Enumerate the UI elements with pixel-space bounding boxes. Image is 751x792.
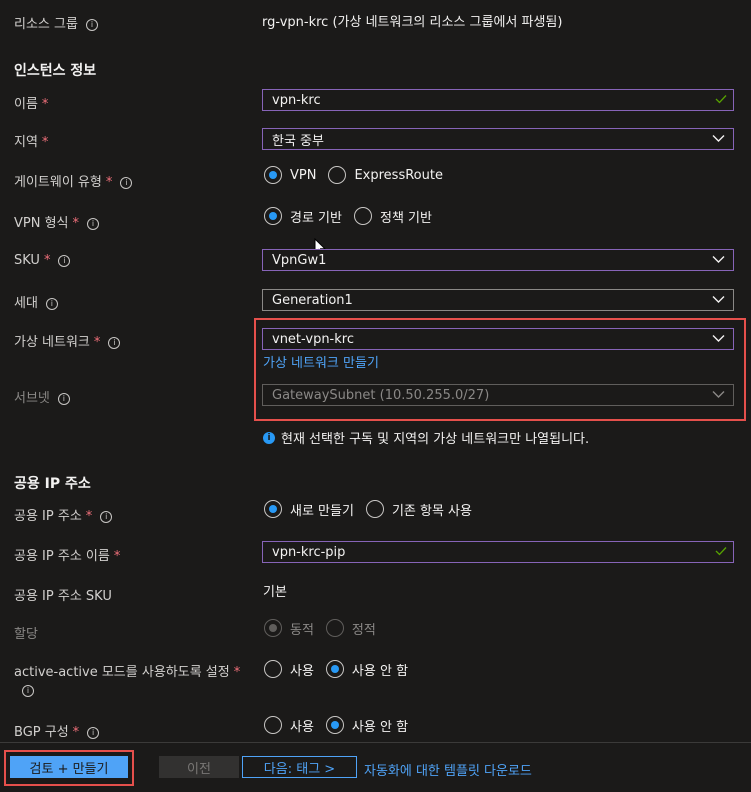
assignment-label: 할당 (14, 627, 38, 642)
required-marker: * (105, 175, 113, 190)
subnet-info-message: i 현재 선택한 구독 및 지역의 가상 네트워크만 나열됩니다. (263, 428, 589, 447)
public-ip-name-input[interactable]: vpn-krc-pip (262, 541, 734, 563)
subnet-label: 서브넷 i (14, 387, 70, 406)
radio-policy-based[interactable] (353, 207, 372, 225)
sku-label: SKU * i (14, 253, 71, 268)
download-template-link[interactable]: 자동화에 대한 템플릿 다운로드 (364, 760, 532, 779)
public-ip-sku-label: 공용 IP 주소 SKU (14, 589, 112, 604)
resource-group-value: rg-vpn-krc (가상 네트워크의 리소스 그룹에서 파생됨) (262, 15, 563, 30)
radio-policy-based-label[interactable]: 정책 기반 (380, 207, 432, 226)
radio-static (325, 619, 344, 637)
info-icon[interactable]: i (108, 336, 121, 349)
info-icon[interactable]: i (87, 217, 100, 230)
info-icon[interactable]: i (120, 176, 133, 189)
radio-vpn-label[interactable]: VPN (290, 168, 316, 183)
name-label: 이름 * (14, 97, 49, 112)
radio-create-new-label[interactable]: 새로 만들기 (290, 500, 354, 519)
vpn-type-radio-group: 경로 기반 정책 기반 (264, 205, 444, 227)
public-ip-sku-value: 기본 (263, 585, 287, 600)
radio-active-enable-label[interactable]: 사용 (290, 660, 314, 679)
vpn-type-label: VPN 형식 * i (14, 212, 100, 231)
sku-select[interactable]: VpnGw1 (262, 249, 734, 271)
info-filled-icon: i (263, 431, 275, 444)
region-select[interactable]: 한국 중부 (262, 128, 734, 150)
required-marker: * (85, 509, 93, 524)
public-ip-label: 공용 IP 주소 * i (14, 505, 113, 524)
required-marker: * (72, 216, 80, 231)
generation-label: 세대 i (14, 292, 58, 311)
radio-static-label: 정적 (351, 622, 376, 638)
radio-bgp-disable-label[interactable]: 사용 안 함 (352, 716, 408, 735)
required-marker: * (233, 665, 241, 680)
info-icon[interactable]: i (100, 510, 113, 523)
active-active-radio-group: 사용 사용 안 함 (264, 658, 420, 680)
radio-bgp-enable[interactable] (264, 716, 282, 734)
radio-use-existing-label[interactable]: 기존 항목 사용 (392, 500, 472, 519)
chevron-down-icon (712, 296, 725, 303)
chevron-down-icon (712, 135, 725, 142)
next-tags-button[interactable]: 다음: 태그 > (242, 756, 357, 778)
radio-use-existing[interactable] (365, 500, 384, 518)
footer-bar: 검토 + 만들기 이전 다음: 태그 > 자동화에 대한 템플릿 다운로드 (0, 742, 751, 792)
required-marker: * (41, 135, 49, 150)
radio-dynamic (264, 619, 282, 637)
required-marker: * (72, 725, 80, 740)
radio-active-disable[interactable] (325, 660, 344, 678)
radio-route-based-label[interactable]: 경로 기반 (290, 207, 342, 226)
info-icon[interactable]: i (87, 726, 100, 739)
active-active-label: active-active 모드를 사용하도록 설정 * i (14, 665, 241, 697)
previous-button[interactable]: 이전 (159, 756, 239, 778)
check-icon (715, 547, 727, 556)
radio-active-disable-label[interactable]: 사용 안 함 (352, 660, 408, 679)
radio-active-enable[interactable] (264, 660, 282, 678)
region-label: 지역 * (14, 135, 49, 150)
required-marker: * (113, 549, 121, 564)
radio-bgp-disable[interactable] (325, 716, 344, 734)
highlight-box-review (4, 750, 134, 786)
radio-dynamic-label: 동적 (290, 622, 314, 638)
resource-group-label: 리소스 그룹 i (14, 13, 98, 32)
radio-create-new[interactable] (264, 500, 282, 518)
info-icon[interactable]: i (45, 297, 58, 310)
highlight-box-vnet (254, 318, 746, 421)
radio-route-based[interactable] (264, 207, 282, 225)
name-input[interactable]: vpn-krc (262, 89, 734, 111)
bgp-label: BGP 구성 * i (14, 721, 100, 740)
required-marker: * (41, 97, 49, 112)
public-ip-name-label: 공용 IP 주소 이름 * (14, 549, 121, 564)
section-public-ip: 공용 IP 주소 (14, 476, 91, 492)
check-icon (715, 95, 727, 104)
generation-select[interactable]: Generation1 (262, 289, 734, 311)
info-icon[interactable]: i (85, 18, 98, 31)
info-icon[interactable]: i (22, 684, 34, 697)
chevron-down-icon (712, 256, 725, 263)
radio-vpn[interactable] (264, 166, 282, 184)
vnet-label: 가상 네트워크 * i (14, 331, 121, 350)
assignment-radio-group: 동적 정적 (264, 617, 388, 639)
radio-bgp-enable-label[interactable]: 사용 (290, 716, 314, 735)
section-instance-details: 인스턴스 정보 (14, 63, 97, 79)
gateway-type-label: 게이트웨이 유형 * i (14, 171, 133, 190)
gateway-type-radio-group: VPN ExpressRoute (264, 164, 455, 186)
subnet-info-text: 현재 선택한 구독 및 지역의 가상 네트워크만 나열됩니다. (281, 432, 590, 447)
required-marker: * (43, 253, 51, 268)
info-icon[interactable]: i (57, 392, 70, 405)
radio-expressroute-label[interactable]: ExpressRoute (354, 168, 443, 183)
radio-expressroute[interactable] (328, 166, 347, 184)
info-icon[interactable]: i (58, 254, 71, 267)
required-marker: * (93, 335, 101, 350)
bgp-radio-group: 사용 사용 안 함 (264, 714, 420, 736)
public-ip-radio-group: 새로 만들기 기존 항목 사용 (264, 498, 484, 520)
